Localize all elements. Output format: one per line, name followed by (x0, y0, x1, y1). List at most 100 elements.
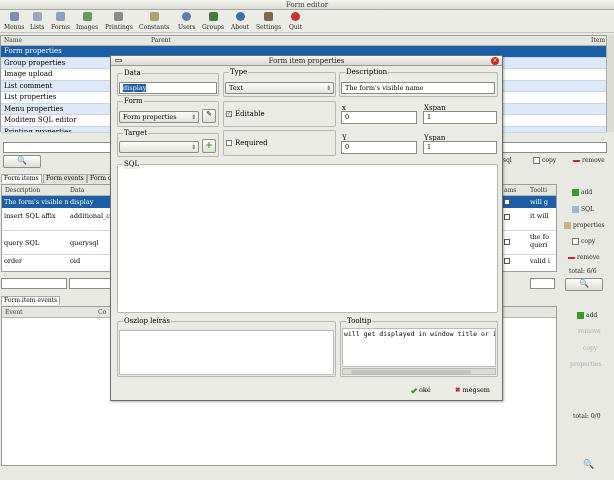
data-input[interactable]: display (119, 82, 217, 94)
header-name[interactable]: Name (4, 36, 22, 45)
toolbar-menus[interactable]: Menus (4, 12, 25, 31)
header-parent[interactable]: Parent (151, 36, 171, 45)
toolbar-printings[interactable]: Printings (105, 12, 133, 31)
remove-event-button[interactable]: remove (578, 328, 601, 336)
toolbar-users[interactable]: Users (178, 12, 196, 31)
row-checkbox[interactable] (504, 239, 510, 245)
target-select[interactable]: ⇕ (119, 141, 199, 153)
header-data[interactable]: Data (70, 186, 84, 195)
row-checkbox[interactable] (504, 199, 510, 205)
toolbar-about-label: About (231, 24, 250, 31)
tooltip-scrollbar[interactable] (342, 368, 496, 375)
add-label: add (581, 189, 593, 196)
filter-tooltip-input[interactable] (530, 278, 555, 289)
toolbar-forms-label: Forms (51, 24, 71, 31)
copy-form-button[interactable]: copy (533, 157, 556, 165)
filter-description-input[interactable] (1, 278, 67, 289)
add-target-button[interactable]: + (202, 139, 216, 153)
yspan-input[interactable]: 1 (423, 141, 497, 154)
dialog-title: Form item properties (268, 57, 345, 65)
search-icon: 🔍 (17, 156, 27, 165)
events-total: total: 0/0 (573, 413, 601, 420)
copy-icon (533, 157, 540, 164)
edit-form-button[interactable]: ✎ (202, 109, 216, 123)
row-data: querysql (70, 239, 99, 247)
toolbar-constants[interactable]: Constants (139, 12, 170, 31)
copy-event-button[interactable]: copy (583, 345, 597, 353)
toolbar-groups[interactable]: Groups (202, 12, 224, 31)
filter-data-input[interactable] (69, 278, 112, 289)
tooltip-textarea[interactable]: will get displayed in window title or in (342, 328, 496, 367)
cancel-button[interactable]: ✖ mégsem (455, 386, 490, 395)
row-checkbox[interactable] (504, 214, 510, 220)
description-group: Description The form's visible name (339, 68, 498, 97)
description-input[interactable]: The form's visible name (341, 82, 495, 94)
sql-icon (572, 206, 579, 213)
required-label: Required (235, 139, 268, 147)
tab-form-events[interactable]: Form events (43, 174, 87, 183)
tab-form-item-events[interactable]: Form item events (1, 296, 61, 305)
close-icon[interactable]: × (491, 57, 499, 65)
type-select[interactable]: Text ⇕ (225, 82, 334, 94)
editable-checkbox[interactable]: ✓ Editable (226, 110, 265, 119)
header-item[interactable]: Item (591, 36, 605, 45)
toolbar-quit[interactable]: Quit (289, 12, 302, 31)
remove-icon (573, 159, 580, 162)
add-event-button[interactable]: add (577, 312, 597, 320)
row-data: additional_cl (70, 212, 112, 220)
x-input[interactable]: 0 (341, 111, 417, 124)
add-label: add (586, 312, 598, 319)
required-checkbox[interactable]: Required (226, 139, 268, 148)
header-event[interactable]: Event (5, 308, 23, 317)
properties-button[interactable]: properties (564, 222, 605, 230)
chevron-down-icon: ⇕ (190, 114, 196, 121)
scrollbar-thumb[interactable] (351, 370, 471, 374)
search-button[interactable]: 🔍 (3, 155, 41, 168)
sql-label: SQL (581, 206, 595, 213)
remove-form-button[interactable]: remove (573, 157, 605, 165)
remove-item-button[interactable]: remove (568, 254, 600, 262)
toolbar-images[interactable]: Images (76, 12, 98, 31)
toolbar-lists[interactable]: Lists (30, 12, 44, 31)
events-search-icon[interactable]: 🔍 (583, 460, 594, 470)
sql-toggle-label[interactable]: sql (503, 157, 512, 165)
row-description: The form's visible n (4, 198, 69, 206)
items-total: total: 6/6 (569, 268, 597, 275)
toolbar-settings-label: Settings (256, 24, 282, 31)
toolbar-settings[interactable]: Settings (256, 12, 281, 31)
header-tooltip[interactable]: Toolti (530, 186, 547, 195)
header-description[interactable]: Description (5, 186, 40, 195)
toolbar-printings-label: Printings (105, 24, 133, 31)
toolbar-quit-label: Quit (289, 24, 303, 31)
tab-form-items[interactable]: Form items (1, 174, 42, 183)
oszlop-leiras-textarea[interactable] (119, 330, 334, 375)
event-properties-button[interactable]: properties (570, 361, 602, 369)
groups-icon (208, 12, 218, 21)
row-description: insert SQL affix (4, 212, 56, 220)
forms-table-scrollbar[interactable] (606, 35, 614, 132)
sql-textarea[interactable] (120, 173, 495, 310)
toolbar-about[interactable]: About (231, 12, 249, 31)
row-checkbox[interactable] (504, 258, 510, 264)
add-item-button[interactable]: add (572, 189, 592, 197)
items-search-button[interactable]: 🔍 (565, 278, 603, 291)
row-tooltip: it will (530, 212, 549, 220)
copy-label: copy (542, 157, 557, 164)
y-input[interactable]: 0 (341, 141, 417, 154)
tooltip-group: Tooltip will get displayed in window tit… (340, 317, 498, 377)
header-co[interactable]: Co (98, 308, 106, 317)
header-ams[interactable]: ams (504, 186, 516, 195)
form-select[interactable]: Form properties ⇕ (119, 111, 199, 123)
about-icon (235, 12, 245, 21)
xspan-input[interactable]: 1 (423, 111, 497, 124)
description-label: Description (345, 68, 389, 77)
copy-item-button[interactable]: copy (572, 238, 595, 246)
sql-button[interactable]: SQL (572, 206, 594, 214)
ok-button[interactable]: oké (410, 386, 431, 395)
form-label: Form (123, 97, 144, 106)
window-menu-icon[interactable] (115, 59, 122, 62)
toolbar-forms[interactable]: Forms (51, 12, 70, 31)
row-data: display (70, 198, 94, 206)
sql-group: SQL (117, 160, 498, 313)
copy-label: copy (581, 238, 596, 245)
